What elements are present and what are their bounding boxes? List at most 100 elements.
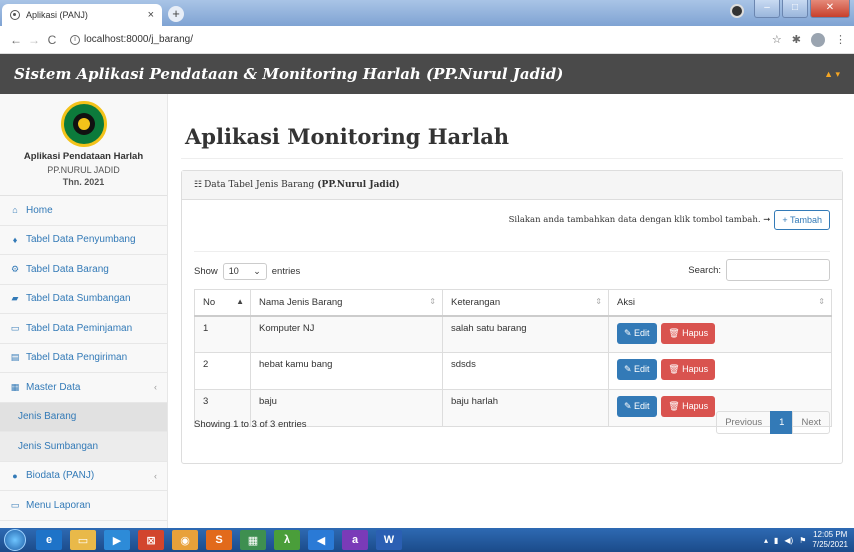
sidebar-item-label: Tabel Data Barang <box>26 263 109 275</box>
user-menu-icon[interactable]: ▲ ▾ <box>824 69 840 80</box>
profile-icon[interactable] <box>730 4 744 18</box>
cell-no: 2 <box>194 352 251 390</box>
back-icon[interactable]: ← <box>8 33 24 47</box>
vscode-icon[interactable]: ◀ <box>308 530 334 550</box>
app-icon[interactable]: ⊠ <box>138 530 164 550</box>
cell-no: 1 <box>194 315 251 353</box>
folder-icon[interactable]: ▭ <box>70 530 96 550</box>
column-header-label: Nama Jenis Barang <box>259 296 343 308</box>
sort-icon: ⇕ <box>818 296 825 306</box>
network-icon[interactable]: ▮ <box>774 536 778 545</box>
sidebar-item-jenis-sumbangan[interactable]: Jenis Sumbangan <box>0 432 167 462</box>
entries-select[interactable]: 10 ⌄ <box>222 263 267 280</box>
sidebar-item-peminjaman[interactable]: ▭ Tabel Data Peminjaman <box>0 314 167 344</box>
main-content: Aplikasi Monitoring Harlah ☷ Data Tabel … <box>169 94 854 528</box>
chevron-down-icon: ⌄ <box>253 266 261 276</box>
bookmark-star-icon[interactable]: ☆ <box>772 33 782 46</box>
edit-button[interactable]: ✎ Edit <box>617 359 657 380</box>
url-text: localhost:8000/j_barang/ <box>84 34 193 45</box>
sidebar-item-label: Tabel Data Pengiriman <box>26 352 128 364</box>
sidebar-item-barang[interactable]: ⚙ Tabel Data Barang <box>0 255 167 285</box>
volume-icon[interactable]: ◀) <box>784 536 793 545</box>
search-input[interactable] <box>726 259 830 281</box>
extensions-icon[interactable]: ✱ <box>792 33 801 46</box>
maximize-icon[interactable]: □ <box>782 0 808 18</box>
home-icon: ⌂ <box>12 205 18 216</box>
tab-close-icon[interactable]: × <box>148 9 154 21</box>
sidebar-menu: ⌂ Home ♦ Tabel Data Penyumbang ⚙ Tabel Data… <box>0 196 167 521</box>
calculator-icon[interactable]: ▦ <box>240 530 266 550</box>
delete-button[interactable]: 🗑 Hapus <box>661 359 716 380</box>
app-header: Sistem Aplikasi Pendataan & Monitoring H… <box>0 54 854 94</box>
edit-button[interactable]: ✎ Edit <box>617 322 657 344</box>
sidebar-item-biodata[interactable]: ● Biodata (PANJ) ‹ <box>0 462 167 491</box>
minimize-icon[interactable]: – <box>754 0 780 18</box>
os-taskbar: e ▭ ▶ ⊠ ◉ S ▦ λ ◀ a W ▴ ▮ ◀) ⚑ 12:05 PM … <box>0 528 854 552</box>
sidebar-item-laporan[interactable]: ▭ Menu Laporan <box>0 491 167 521</box>
column-header-label: No <box>203 296 216 308</box>
new-tab-button[interactable]: + <box>168 6 184 22</box>
column-header-nama[interactable]: Nama Jenis Barang ⇕ <box>250 289 443 317</box>
url-field[interactable]: i localhost:8000/j_barang/ <box>70 34 193 45</box>
entries-length: Show 10 ⌄ entries <box>194 263 300 280</box>
sidebar-item-label: Tabel Data Sumbangan <box>26 293 131 305</box>
title-divider <box>181 158 843 159</box>
table-grid-icon: ☷ <box>194 180 203 190</box>
gears-icon: ⚙ <box>10 263 20 274</box>
edit-button[interactable]: ✎ Edit <box>617 396 657 417</box>
flag-icon[interactable]: ⚑ <box>799 536 806 545</box>
sidebar-app-name: Aplikasi Pendataan Harlah <box>23 151 144 162</box>
panel-divider <box>194 251 830 252</box>
add-button[interactable]: + Tambah <box>774 210 830 230</box>
add-row: Silakan anda tambahkan data dengan klik … <box>509 210 830 230</box>
reload-icon[interactable]: C <box>44 33 60 47</box>
app-icon[interactable]: λ <box>274 530 300 550</box>
clock[interactable]: 12:05 PM 7/25/2021 <box>812 530 848 550</box>
sidebar-item-label: Tabel Data Penyumbang <box>26 234 136 246</box>
circle-icon: ● <box>12 470 18 481</box>
book-icon: ▰ <box>11 293 19 304</box>
pagination-next[interactable]: Next <box>792 411 830 434</box>
account-avatar-icon[interactable] <box>811 32 825 47</box>
site-info-icon[interactable]: i <box>70 34 80 45</box>
sidebar-item-sumbangan[interactable]: ▰ Tabel Data Sumbangan <box>0 285 167 314</box>
pagination: Previous 1 Next <box>716 411 830 434</box>
forward-icon[interactable]: → <box>26 33 42 47</box>
ie-icon[interactable]: e <box>36 530 62 550</box>
sidebar-item-label: Menu Laporan <box>26 499 91 511</box>
close-window-icon[interactable]: ✕ <box>810 0 850 18</box>
sidebar-item-label: Tabel Data Peminjaman <box>26 322 133 334</box>
app-brand[interactable]: Sistem Aplikasi Pendataan & Monitoring H… <box>14 65 563 83</box>
sidebar-item-jenis-barang[interactable]: Jenis Barang <box>0 402 167 432</box>
sidebar-item-label: Biodata (PANJ) <box>26 470 95 482</box>
delete-button[interactable]: 🗑 Hapus <box>661 396 716 417</box>
sublime-icon[interactable]: S <box>206 530 232 550</box>
sidebar-year: Thn. 2021 <box>62 177 105 187</box>
pagination-previous[interactable]: Previous <box>716 411 772 434</box>
chrome-icon[interactable]: ◉ <box>172 530 198 550</box>
sidebar-item-home[interactable]: ⌂ Home <box>0 196 167 226</box>
browser-menu-icon[interactable]: ⋮ <box>835 33 846 46</box>
search-label: Search: <box>688 264 721 276</box>
table-header-row: No ▲ Nama Jenis Barang ⇕ Keterangan ⇕ Aksi ⇕ <box>194 289 832 317</box>
chevron-left-icon: ‹ <box>154 470 157 481</box>
column-header-aksi[interactable]: Aksi ⇕ <box>608 289 832 317</box>
sidebar-item-penyumbang[interactable]: ♦ Tabel Data Penyumbang <box>0 226 167 255</box>
word-icon[interactable]: W <box>376 530 402 550</box>
person-icon: ♦ <box>12 234 18 245</box>
sidebar-item-master-data[interactable]: ▦ Master Data ‹ <box>0 373 167 403</box>
translate-icon[interactable]: a <box>342 530 368 550</box>
pagination-page[interactable]: 1 <box>770 411 794 434</box>
delete-button[interactable]: 🗑 Hapus <box>661 322 716 344</box>
tray-arrow-icon[interactable]: ▴ <box>764 536 768 545</box>
show-label: Show <box>194 266 218 277</box>
column-header-keterangan[interactable]: Keterangan ⇕ <box>442 289 609 317</box>
column-header-no[interactable]: No ▲ <box>194 289 251 317</box>
browser-tab[interactable]: Aplikasi (PANJ) × <box>2 4 162 26</box>
media-icon[interactable]: ▶ <box>104 530 130 550</box>
entries-label: entries <box>271 266 301 277</box>
start-button[interactable] <box>4 529 26 551</box>
clock-date: 7/25/2021 <box>812 540 848 549</box>
sidebar-item-pengiriman[interactable]: ▤ Tabel Data Pengiriman <box>0 344 167 373</box>
table-row: 2 hebat kamu bang sdsds ✎ Edit 🗑 Hapus <box>194 352 832 390</box>
